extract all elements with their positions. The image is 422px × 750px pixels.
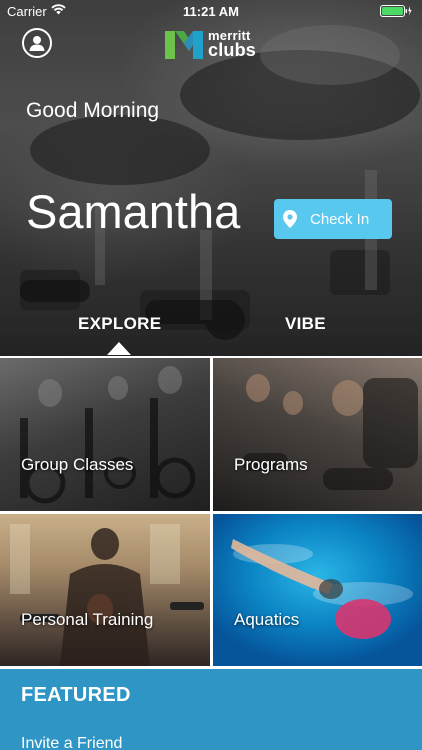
personal-training-image — [10, 524, 204, 666]
tile-personal-training-label: Personal Training — [21, 610, 154, 629]
tile-programs-label: Programs — [234, 455, 308, 474]
tile-personal-training[interactable]: Personal Training — [0, 514, 210, 666]
tile-aquatics[interactable]: Aquatics — [213, 514, 422, 666]
status-bar: Carrier 11:21 AM — [0, 0, 422, 22]
featured-item-invite-friend[interactable]: Invite a Friend — [21, 735, 122, 750]
tile-programs[interactable]: Programs — [213, 358, 422, 511]
user-name: Samantha — [26, 185, 241, 238]
location-pin-icon — [283, 210, 297, 228]
aquatics-image — [231, 539, 413, 639]
programs-image — [243, 374, 418, 490]
battery-charging-icon — [380, 5, 412, 17]
tile-aquatics-label: Aquatics — [234, 610, 300, 629]
logo-mark-icon — [165, 31, 203, 59]
featured-section: FEATURED Invite a Friend — [0, 669, 422, 750]
tile-group-classes-label: Group Classes — [21, 455, 134, 474]
tab-explore[interactable]: EXPLORE — [78, 314, 161, 334]
tab-vibe[interactable]: VIBE — [285, 314, 326, 334]
logo-text-line2: clubs — [208, 40, 257, 60]
check-in-label: Check In — [310, 211, 370, 228]
hero-banner: Carrier 11:21 AM merritt clubs Good Morn… — [0, 0, 422, 356]
check-in-button[interactable]: Check In — [274, 199, 392, 239]
tab-selected-indicator — [107, 342, 131, 355]
featured-title: FEATURED — [21, 684, 131, 706]
profile-button[interactable] — [22, 28, 52, 58]
user-profile-icon — [29, 36, 45, 51]
group-classes-image — [20, 366, 196, 504]
merritt-clubs-logo: merritt clubs — [165, 27, 260, 61]
tile-group-classes[interactable]: Group Classes — [0, 358, 210, 511]
greeting-text: Good Morning — [26, 99, 160, 122]
status-time: 11:21 AM — [183, 4, 239, 19]
